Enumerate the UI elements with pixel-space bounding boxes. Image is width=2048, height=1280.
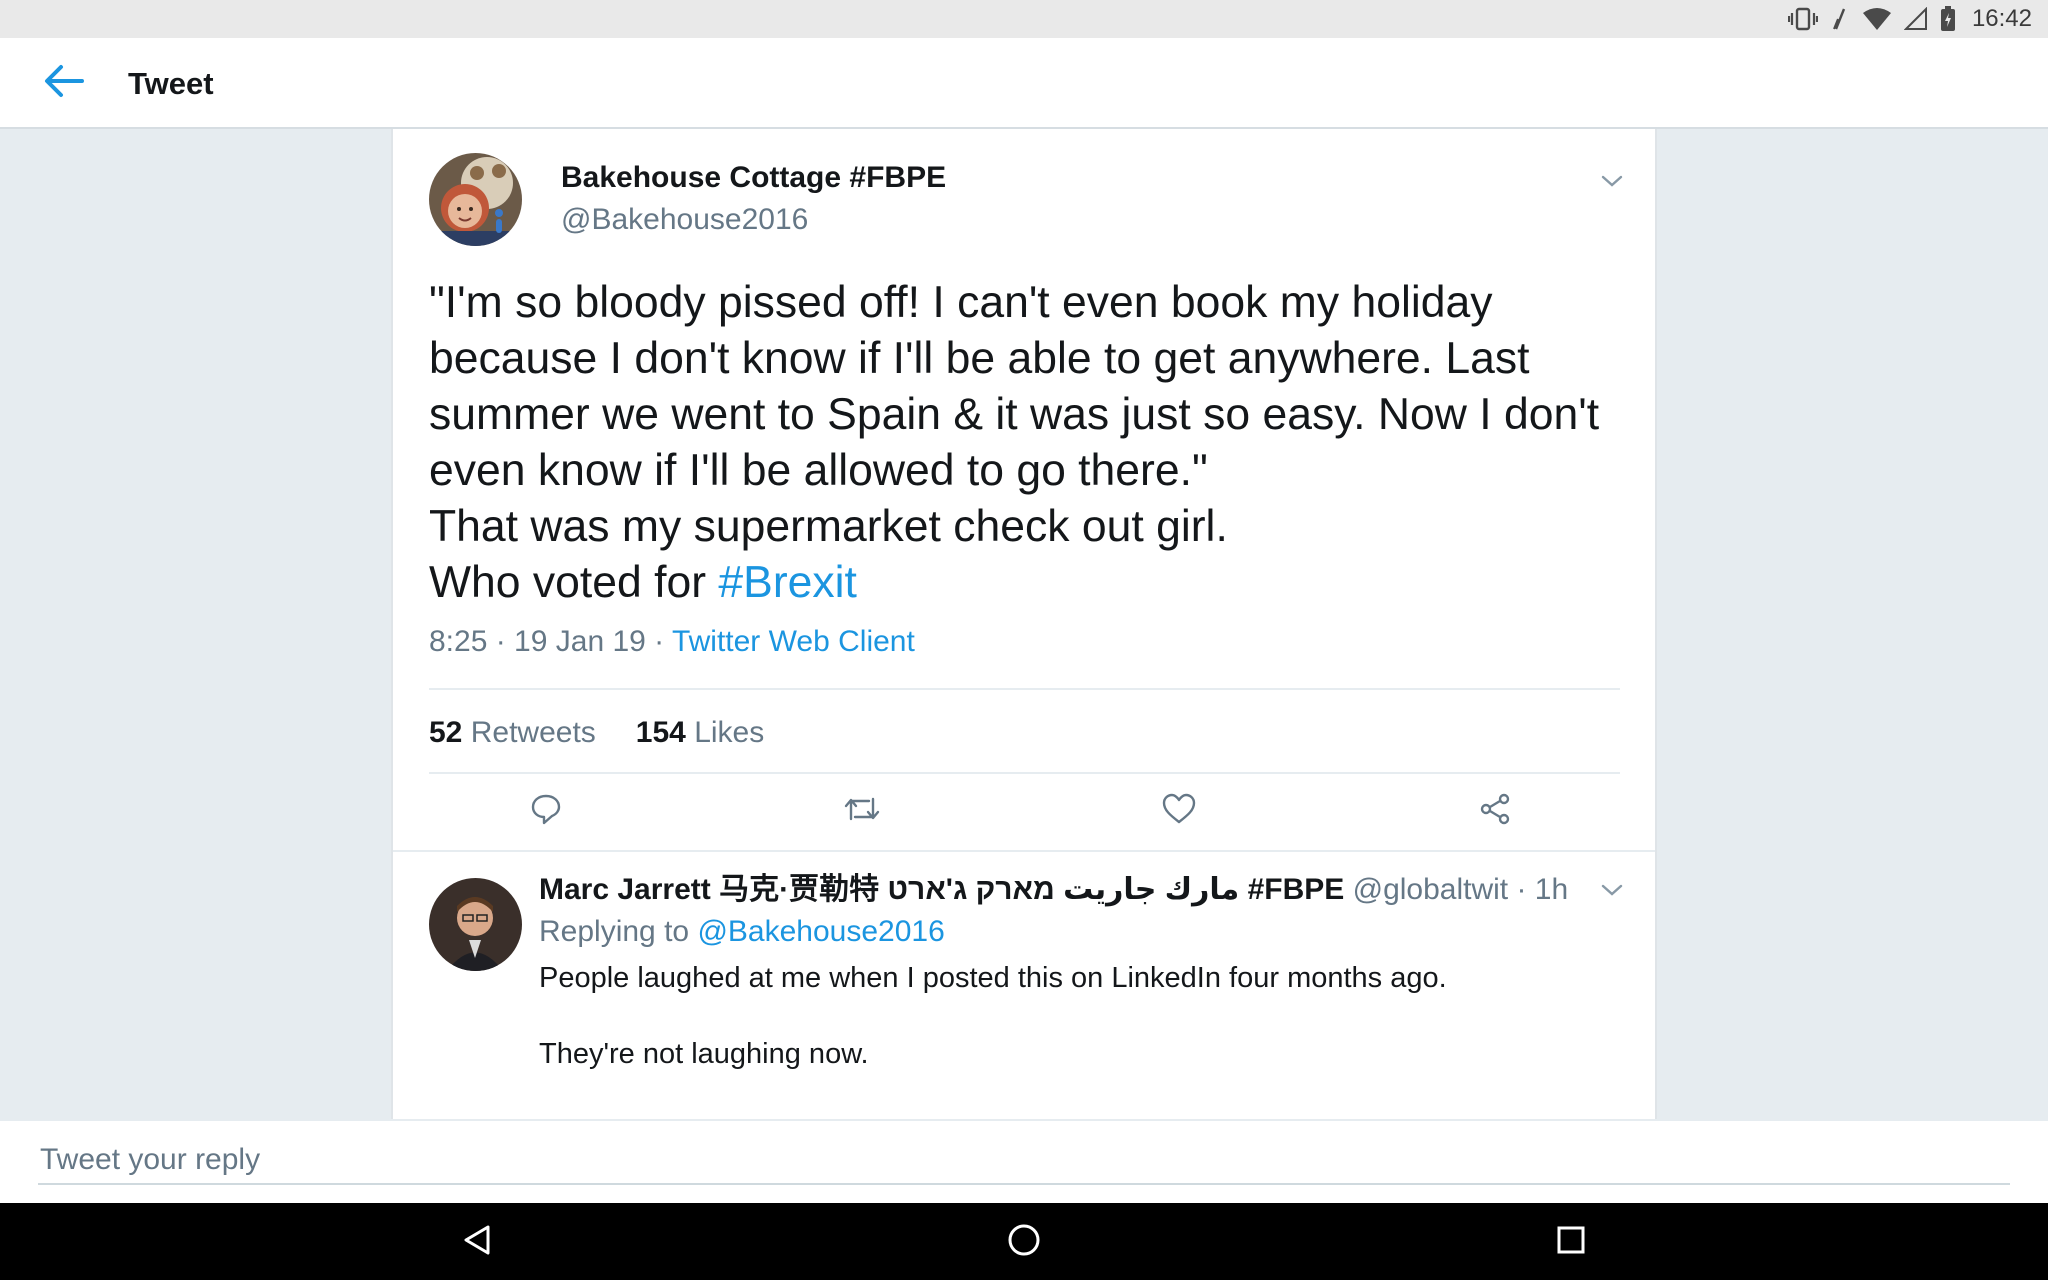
author-avatar[interactable] xyxy=(429,153,522,246)
back-button[interactable] xyxy=(36,58,92,108)
reply-input[interactable] xyxy=(38,1137,2010,1185)
retweets-label: Retweets xyxy=(470,716,596,749)
heart-icon xyxy=(1162,793,1196,830)
likes-count: 154 xyxy=(635,716,686,749)
tweet-text-line: even know if I'll be allowed to go there… xyxy=(429,446,1208,495)
status-time: 16:42 xyxy=(1971,5,2032,32)
recents-square-icon xyxy=(1556,1225,1586,1260)
reply-author-name[interactable]: Marc Jarrett 马克·贾勒特 مارك جاريت מארק ג'אר… xyxy=(539,873,1344,906)
reply-header: Marc Jarrett 马克·贾勒特 مارك جاريت מארק ג'אר… xyxy=(539,872,1568,908)
app-bar: Tweet xyxy=(0,38,2048,129)
reply-text-line: People laughed at me when I posted this … xyxy=(539,962,1447,994)
tweet-source-link[interactable]: Twitter Web Client xyxy=(672,625,915,658)
tweet-meta: 8:25 · 19 Jan 19 · Twitter Web Client xyxy=(429,625,915,659)
divider xyxy=(393,850,1655,852)
likes-label: Likes xyxy=(694,716,765,749)
vibrate-icon xyxy=(1787,7,1818,31)
tweet-text-line: That was my supermarket check out girl. xyxy=(429,502,1228,551)
share-icon xyxy=(1478,793,1512,830)
replying-mention-link[interactable]: @Bakehouse2016 xyxy=(697,915,944,948)
status-bar: 16:42 xyxy=(0,0,2048,38)
wifi-icon xyxy=(1862,7,1892,31)
author-name[interactable]: Bakehouse Cottage #FBPE xyxy=(561,161,946,195)
tweet-text-prefix: Who voted for xyxy=(429,558,719,607)
share-button[interactable] xyxy=(1470,786,1520,836)
replying-to: Replying to @Bakehouse2016 xyxy=(539,915,945,949)
no-sim-icon xyxy=(1830,7,1850,31)
tweet-actions xyxy=(429,774,1620,848)
retweet-button[interactable] xyxy=(837,786,887,836)
like-button[interactable] xyxy=(1154,786,1204,836)
tweet-menu-button[interactable] xyxy=(1592,168,1632,198)
home-circle-icon xyxy=(1007,1223,1041,1262)
tweet-text-last-line: Who voted for #Brexit xyxy=(429,555,1629,611)
hashtag-link[interactable]: #Brexit xyxy=(718,558,857,607)
reply-button[interactable] xyxy=(521,786,571,836)
likes-stat[interactable]: 154 Likes xyxy=(636,716,764,750)
page-title: Tweet xyxy=(128,66,214,101)
author-handle[interactable]: @Bakehouse2016 xyxy=(561,203,808,237)
tweet-timestamp: 8:25 · 19 Jan 19 · xyxy=(429,625,672,658)
nav-recents-button[interactable] xyxy=(1546,1217,1596,1267)
nav-home-button[interactable] xyxy=(999,1217,1049,1267)
reply-text-line: They're not laughing now. xyxy=(539,1038,869,1070)
back-triangle-icon xyxy=(462,1224,492,1261)
battery-charging-icon xyxy=(1940,6,1956,32)
system-nav-bar xyxy=(0,1203,2048,1280)
nav-back-button[interactable] xyxy=(452,1217,502,1267)
reply-icon xyxy=(530,793,562,830)
tweet-text: "I'm so bloody pissed off! I can't even … xyxy=(429,275,1629,611)
arrow-left-icon xyxy=(44,64,84,103)
tweet-text-line: "I'm so bloody pissed off! I can't even … xyxy=(429,278,1493,327)
tweet-stats: 52 Retweets 154 Likes xyxy=(429,716,764,750)
divider xyxy=(429,688,1620,690)
chevron-down-icon xyxy=(1601,174,1623,193)
chevron-down-icon xyxy=(1601,883,1623,902)
tweet-text-line: summer we went to Spain & it was just so… xyxy=(429,390,1600,439)
tweet-detail-column: Bakehouse Cottage #FBPE @Bakehouse2016 "… xyxy=(391,129,1657,1119)
retweets-stat[interactable]: 52 Retweets xyxy=(429,716,596,750)
tweet-text-line: because I don't know if I'll be able to … xyxy=(429,334,1530,383)
reply-author-handle[interactable]: @globaltwit · 1h xyxy=(1344,873,1569,906)
status-icons: 16:42 xyxy=(1787,0,2032,38)
reply-author-avatar[interactable] xyxy=(429,878,522,971)
reply-composer xyxy=(0,1119,2048,1203)
retweets-count: 52 xyxy=(429,716,463,749)
cell-signal-icon xyxy=(1903,7,1928,31)
reply-text: People laughed at me when I posted this … xyxy=(539,959,1447,1073)
reply-menu-button[interactable] xyxy=(1592,877,1632,907)
replying-prefix: Replying to xyxy=(539,915,698,948)
retweet-icon xyxy=(843,793,881,830)
